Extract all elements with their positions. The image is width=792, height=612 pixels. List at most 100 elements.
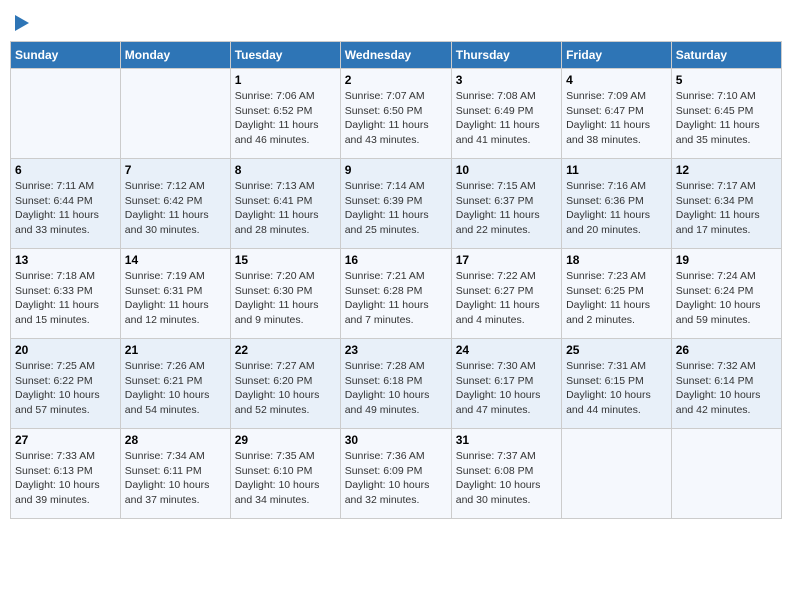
calendar-cell [120,69,230,159]
day-of-week-header: Wednesday [340,42,451,69]
calendar-cell: 19 Sunrise: 7:24 AM Sunset: 6:24 PM Dayli… [671,249,781,339]
day-of-week-header: Sunday [11,42,121,69]
day-number: 18 [566,253,667,267]
calendar-cell: 13 Sunrise: 7:18 AM Sunset: 6:33 PM Dayli… [11,249,121,339]
day-number: 28 [125,433,226,447]
day-info: Sunrise: 7:24 AM Sunset: 6:24 PM Dayligh… [676,269,777,328]
day-info: Sunrise: 7:17 AM Sunset: 6:34 PM Dayligh… [676,179,777,238]
day-info: Sunrise: 7:12 AM Sunset: 6:42 PM Dayligh… [125,179,226,238]
day-info: Sunrise: 7:21 AM Sunset: 6:28 PM Dayligh… [345,269,447,328]
day-number: 9 [345,163,447,177]
calendar-cell: 8Sunrise: 7:13 AM Sunset: 6:41 PM Daylig… [230,159,340,249]
calendar-cell: 1 Sunrise: 7:06 AM Sunset: 6:52 PM Daylig… [230,69,340,159]
day-info: Sunrise: 7:34 AM Sunset: 6:11 PM Dayligh… [125,449,226,508]
calendar-cell: 18Sunrise: 7:23 AM Sunset: 6:25 PM Dayli… [562,249,672,339]
logo-arrow-icon [15,15,29,31]
day-number: 13 [15,253,116,267]
calendar-cell: 31 Sunrise: 7:37 AM Sunset: 6:08 PM Dayli… [451,429,561,519]
day-of-week-header: Monday [120,42,230,69]
day-info: Sunrise: 7:07 AM Sunset: 6:50 PM Dayligh… [345,89,447,148]
calendar-cell: 21 Sunrise: 7:26 AM Sunset: 6:21 PM Dayli… [120,339,230,429]
calendar-week-row: 1 Sunrise: 7:06 AM Sunset: 6:52 PM Daylig… [11,69,782,159]
calendar-cell: 25 Sunrise: 7:31 AM Sunset: 6:15 PM Dayli… [562,339,672,429]
calendar-cell: 12Sunrise: 7:17 AM Sunset: 6:34 PM Dayli… [671,159,781,249]
day-info: Sunrise: 7:35 AM Sunset: 6:10 PM Dayligh… [235,449,336,508]
day-number: 7 [125,163,226,177]
day-info: Sunrise: 7:25 AM Sunset: 6:22 PM Dayligh… [15,359,116,418]
calendar-cell: 23 Sunrise: 7:28 AM Sunset: 6:18 PM Dayli… [340,339,451,429]
day-info: Sunrise: 7:32 AM Sunset: 6:14 PM Dayligh… [676,359,777,418]
day-info: Sunrise: 7:10 AM Sunset: 6:45 PM Dayligh… [676,89,777,148]
day-info: Sunrise: 7:14 AM Sunset: 6:39 PM Dayligh… [345,179,447,238]
day-number: 3 [456,73,557,87]
day-info: Sunrise: 7:33 AM Sunset: 6:13 PM Dayligh… [15,449,116,508]
calendar-cell: 7 Sunrise: 7:12 AM Sunset: 6:42 PM Daylig… [120,159,230,249]
day-number: 31 [456,433,557,447]
day-info: Sunrise: 7:18 AM Sunset: 6:33 PM Dayligh… [15,269,116,328]
day-number: 6 [15,163,116,177]
day-info: Sunrise: 7:11 AM Sunset: 6:44 PM Dayligh… [15,179,116,238]
day-number: 11 [566,163,667,177]
day-number: 26 [676,343,777,357]
page-header [10,10,782,33]
calendar-cell [562,429,672,519]
day-info: Sunrise: 7:09 AM Sunset: 6:47 PM Dayligh… [566,89,667,148]
calendar-cell: 20 Sunrise: 7:25 AM Sunset: 6:22 PM Dayli… [11,339,121,429]
day-number: 21 [125,343,226,357]
day-number: 29 [235,433,336,447]
calendar-week-row: 13 Sunrise: 7:18 AM Sunset: 6:33 PM Dayli… [11,249,782,339]
calendar-cell: 30 Sunrise: 7:36 AM Sunset: 6:09 PM Dayli… [340,429,451,519]
calendar-week-row: 20 Sunrise: 7:25 AM Sunset: 6:22 PM Dayli… [11,339,782,429]
calendar-cell: 26 Sunrise: 7:32 AM Sunset: 6:14 PM Dayli… [671,339,781,429]
calendar-cell: 22 Sunrise: 7:27 AM Sunset: 6:20 PM Dayli… [230,339,340,429]
day-info: Sunrise: 7:37 AM Sunset: 6:08 PM Dayligh… [456,449,557,508]
calendar-body: 1 Sunrise: 7:06 AM Sunset: 6:52 PM Daylig… [11,69,782,519]
calendar-cell: 9 Sunrise: 7:14 AM Sunset: 6:39 PM Daylig… [340,159,451,249]
calendar-cell: 29 Sunrise: 7:35 AM Sunset: 6:10 PM Dayli… [230,429,340,519]
day-number: 14 [125,253,226,267]
day-number: 30 [345,433,447,447]
calendar-cell [671,429,781,519]
calendar-week-row: 6 Sunrise: 7:11 AM Sunset: 6:44 PM Daylig… [11,159,782,249]
day-info: Sunrise: 7:19 AM Sunset: 6:31 PM Dayligh… [125,269,226,328]
day-info: Sunrise: 7:08 AM Sunset: 6:49 PM Dayligh… [456,89,557,148]
day-number: 1 [235,73,336,87]
calendar-cell: 10 Sunrise: 7:15 AM Sunset: 6:37 PM Dayli… [451,159,561,249]
calendar-table: SundayMondayTuesdayWednesdayThursdayFrid… [10,41,782,519]
calendar-week-row: 27 Sunrise: 7:33 AM Sunset: 6:13 PM Dayli… [11,429,782,519]
day-number: 23 [345,343,447,357]
calendar-cell: 4 Sunrise: 7:09 AM Sunset: 6:47 PM Daylig… [562,69,672,159]
day-number: 22 [235,343,336,357]
calendar-cell: 28 Sunrise: 7:34 AM Sunset: 6:11 PM Dayli… [120,429,230,519]
calendar-cell: 16Sunrise: 7:21 AM Sunset: 6:28 PM Dayli… [340,249,451,339]
day-number: 10 [456,163,557,177]
day-of-week-header: Friday [562,42,672,69]
day-info: Sunrise: 7:06 AM Sunset: 6:52 PM Dayligh… [235,89,336,148]
day-info: Sunrise: 7:27 AM Sunset: 6:20 PM Dayligh… [235,359,336,418]
logo [14,10,29,33]
day-number: 25 [566,343,667,357]
day-number: 19 [676,253,777,267]
calendar-header: SundayMondayTuesdayWednesdayThursdayFrid… [11,42,782,69]
day-number: 20 [15,343,116,357]
calendar-cell: 5 Sunrise: 7:10 AM Sunset: 6:45 PM Daylig… [671,69,781,159]
calendar-cell: 24Sunrise: 7:30 AM Sunset: 6:17 PM Dayli… [451,339,561,429]
day-info: Sunrise: 7:15 AM Sunset: 6:37 PM Dayligh… [456,179,557,238]
day-number: 5 [676,73,777,87]
day-info: Sunrise: 7:13 AM Sunset: 6:41 PM Dayligh… [235,179,336,238]
day-info: Sunrise: 7:36 AM Sunset: 6:09 PM Dayligh… [345,449,447,508]
calendar-cell: 2 Sunrise: 7:07 AM Sunset: 6:50 PM Daylig… [340,69,451,159]
day-number: 27 [15,433,116,447]
calendar-cell: 3 Sunrise: 7:08 AM Sunset: 6:49 PM Daylig… [451,69,561,159]
day-info: Sunrise: 7:31 AM Sunset: 6:15 PM Dayligh… [566,359,667,418]
calendar-cell: 27 Sunrise: 7:33 AM Sunset: 6:13 PM Dayli… [11,429,121,519]
day-number: 2 [345,73,447,87]
day-info: Sunrise: 7:16 AM Sunset: 6:36 PM Dayligh… [566,179,667,238]
day-number: 4 [566,73,667,87]
day-number: 17 [456,253,557,267]
day-of-week-header: Thursday [451,42,561,69]
day-of-week-header: Saturday [671,42,781,69]
day-info: Sunrise: 7:22 AM Sunset: 6:27 PM Dayligh… [456,269,557,328]
day-info: Sunrise: 7:28 AM Sunset: 6:18 PM Dayligh… [345,359,447,418]
day-info: Sunrise: 7:26 AM Sunset: 6:21 PM Dayligh… [125,359,226,418]
